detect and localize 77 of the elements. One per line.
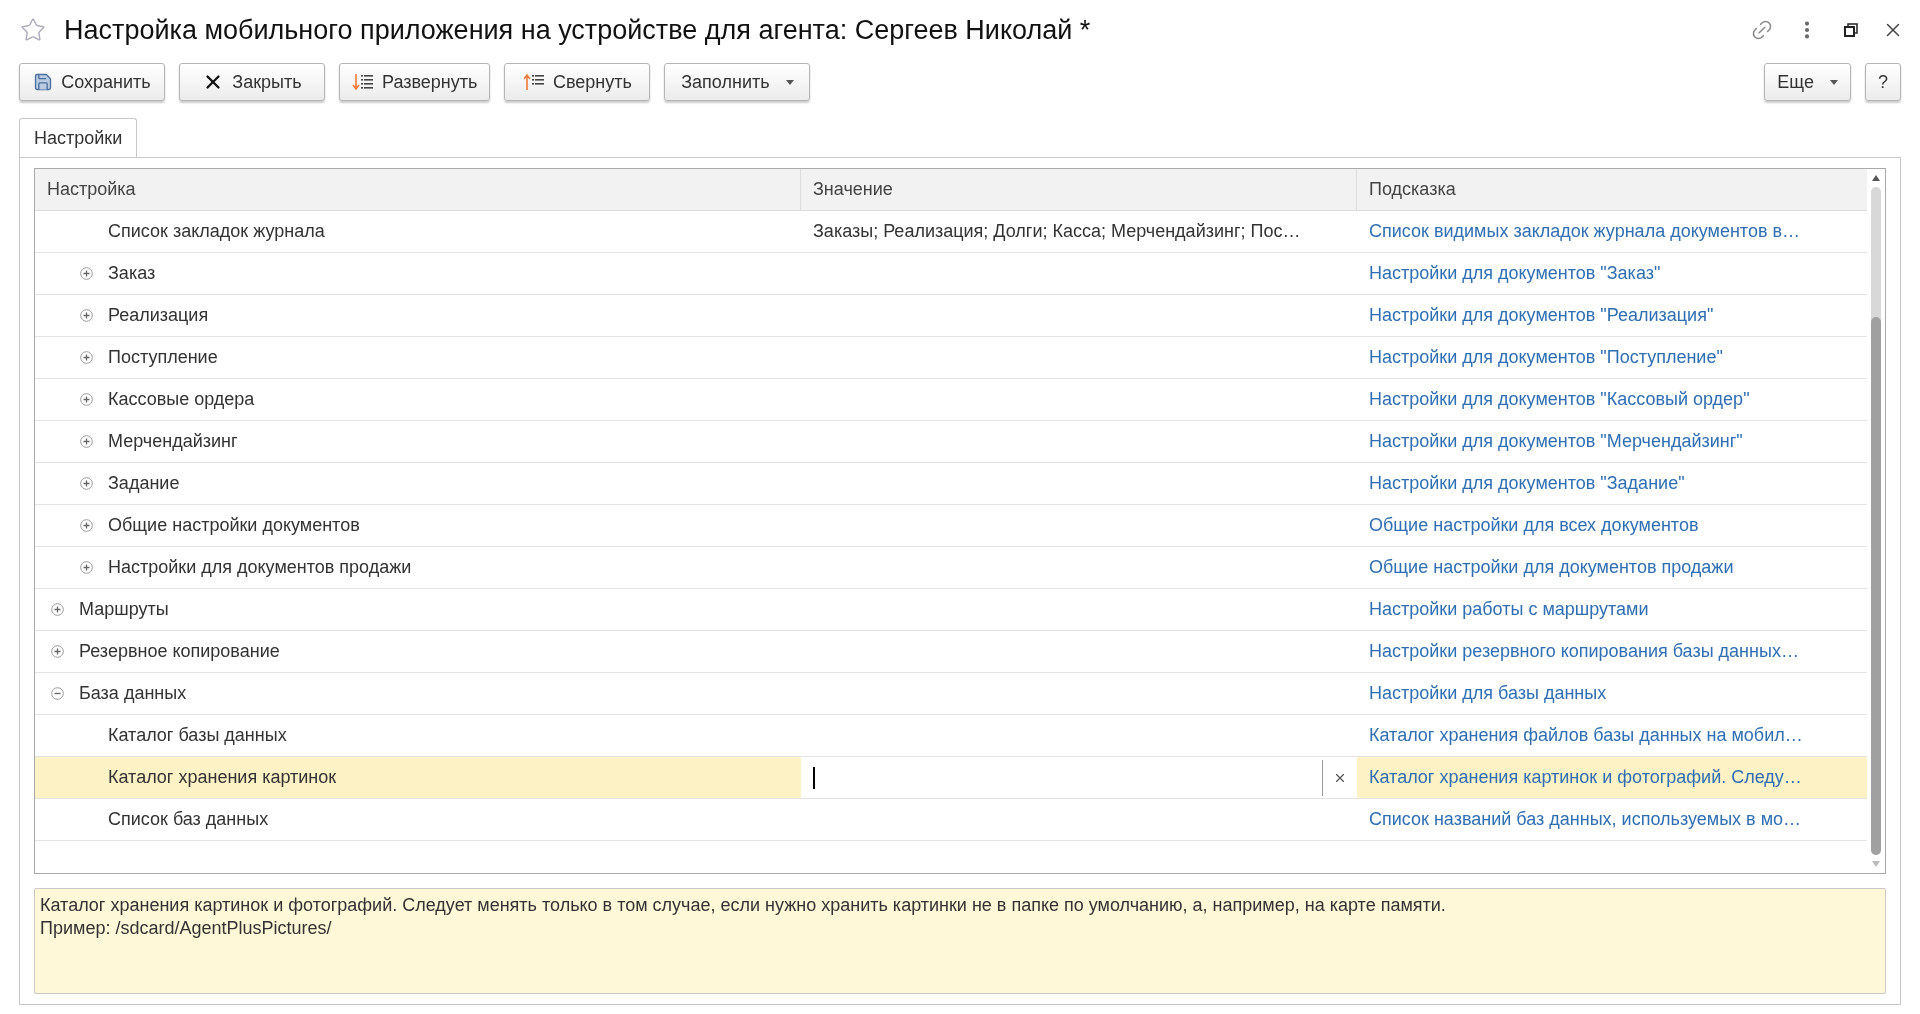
expand-icon[interactable] — [80, 519, 93, 532]
collapse-button[interactable]: Свернуть — [504, 63, 651, 101]
expand-icon[interactable] — [51, 645, 64, 658]
hint-link[interactable]: Настройки для документов "Реализация" — [1369, 302, 1714, 329]
table-row[interactable]: Заказ Настройки для документов "Заказ" — [35, 253, 1867, 295]
setting-name: База данных — [79, 682, 187, 705]
table-row[interactable]: Список закладок журнала Заказы; Реализация; Долги; Касса; Мерчендайзинг; Пос… Список видимых закладок журнала документов в… — [35, 211, 1867, 253]
save-button[interactable]: Сохранить — [19, 63, 165, 101]
column-header[interactable]: Подсказка — [1357, 169, 1867, 210]
setting-name: Каталог хранения картинок — [108, 766, 337, 789]
table-row[interactable]: Мерчендайзинг Настройки для документов "Мерчендайзинг" — [35, 421, 1867, 463]
hint-link[interactable]: Общие настройки для документов продажи — [1369, 554, 1734, 581]
table-row[interactable]: Настройки для документов продажи Общие настройки для документов продажи — [35, 547, 1867, 589]
setting-name: Кассовые ордера — [108, 388, 255, 411]
setting-value: Заказы; Реализация; Долги; Касса; Мерчендайзинг; Пос… — [812, 220, 1301, 243]
hint-link[interactable]: Настройки для документов "Мерчендайзинг" — [1369, 428, 1743, 455]
hint-link[interactable]: Каталог хранения файлов базы данных на мобил… — [1369, 722, 1803, 749]
hint-link[interactable]: Список названий баз данных, используемых в мо… — [1369, 806, 1802, 833]
expand-icon[interactable] — [80, 561, 93, 574]
column-header[interactable]: Настройка — [35, 169, 801, 210]
restore-icon[interactable] — [1844, 23, 1858, 37]
window-title: Настройка мобильного приложения на устройстве для агента: Сергеев Николай * — [64, 13, 1091, 47]
hint-link[interactable]: Настройки для документов "Кассовый ордер" — [1369, 386, 1750, 413]
table-row[interactable]: Общие настройки документов Общие настройки для всех документов — [35, 505, 1867, 547]
hint-link[interactable]: Настройки работы с маршрутами — [1369, 596, 1649, 623]
table-row[interactable]: Список баз данных Список названий баз данных, используемых в мо… — [35, 799, 1867, 841]
expand-icon[interactable] — [51, 603, 64, 616]
hint-link[interactable]: Список видимых закладок журнала документов в… — [1369, 218, 1801, 245]
setting-name: Резервное копирование — [79, 640, 280, 663]
caret-icon — [1830, 79, 1838, 85]
table-row[interactable]: Реализация Настройки для документов "Реализация" — [35, 295, 1867, 337]
favorite-star-icon[interactable] — [20, 17, 46, 43]
expand-icon[interactable] — [80, 267, 93, 280]
close-button[interactable]: Закрыть — [179, 63, 325, 101]
setting-name: Список баз данных — [108, 808, 269, 831]
setting-name: Общие настройки документов — [108, 514, 360, 537]
hint-link[interactable]: Общие настройки для всех документов — [1369, 512, 1699, 539]
caret-icon — [785, 79, 794, 85]
hint-link[interactable]: Настройки резервного копирования базы данных… — [1369, 638, 1799, 665]
table-row[interactable]: Маршруты Настройки работы с маршрутами — [35, 589, 1867, 631]
description-text: Пример: /sdcard/AgentPlusPictures/ — [40, 917, 333, 940]
dropdown-button[interactable]: Заполнить — [664, 63, 811, 101]
help-button[interactable]: ? — [1865, 63, 1901, 101]
expand-button[interactable]: Развернуть — [339, 63, 491, 101]
dropdown-button[interactable]: Еще — [1764, 63, 1851, 101]
setting-name: Поступление — [108, 346, 218, 369]
expand-icon[interactable] — [80, 393, 93, 406]
setting-name: Заказ — [108, 262, 156, 285]
table-row[interactable]: База данных Настройки для базы данных — [35, 673, 1867, 715]
setting-name: Мерчендайзинг — [108, 430, 238, 453]
column-header[interactable]: Значение — [801, 169, 1357, 210]
expand-icon[interactable] — [80, 351, 93, 364]
hint-link[interactable]: Настройки для документов "Задание" — [1369, 470, 1685, 497]
table-row[interactable]: Кассовые ордера Настройки для документов "Кассовый ордер" — [35, 379, 1867, 421]
hint-link[interactable]: Настройки для документов "Заказ" — [1369, 260, 1661, 287]
table-row[interactable]: Резервное копирование Настройки резервного копирования базы данных… — [35, 631, 1867, 673]
setting-name: Маршруты — [79, 598, 169, 621]
collapse-icon[interactable] — [51, 687, 64, 700]
table-row[interactable]: Поступление Настройки для документов "Поступление" — [35, 337, 1867, 379]
table-row[interactable]: Каталог хранения картинок Каталог хранения картинок и фотографий. Следу… — [35, 757, 1867, 799]
setting-name: Каталог базы данных — [108, 724, 287, 747]
hint-link[interactable]: Настройки для базы данных — [1369, 680, 1607, 707]
expand-icon[interactable] — [80, 477, 93, 490]
setting-name: Настройки для документов продажи — [108, 556, 412, 579]
save-icon — [33, 72, 54, 92]
description-text: Каталог хранения картинок и фотографий. Следует менять только в том случае, если нужно хранить картинки не в папке по умолчанию, а, например, на карте памяти. — [40, 894, 1447, 917]
tab[interactable]: Настройки — [19, 118, 138, 158]
expand-icon[interactable] — [80, 435, 93, 448]
collapse-list-icon — [522, 72, 545, 92]
expand-icon[interactable] — [80, 309, 93, 322]
hint-link[interactable]: Настройки для документов "Поступление" — [1369, 344, 1723, 371]
setting-name: Реализация — [108, 304, 209, 327]
setting-name: Задание — [108, 472, 180, 495]
table-row[interactable]: Задание Настройки для документов "Задание" — [35, 463, 1867, 505]
setting-name: Список закладок журнала — [108, 220, 325, 243]
scroll-up-icon[interactable] — [1872, 175, 1880, 181]
expand-list-icon — [352, 72, 374, 92]
